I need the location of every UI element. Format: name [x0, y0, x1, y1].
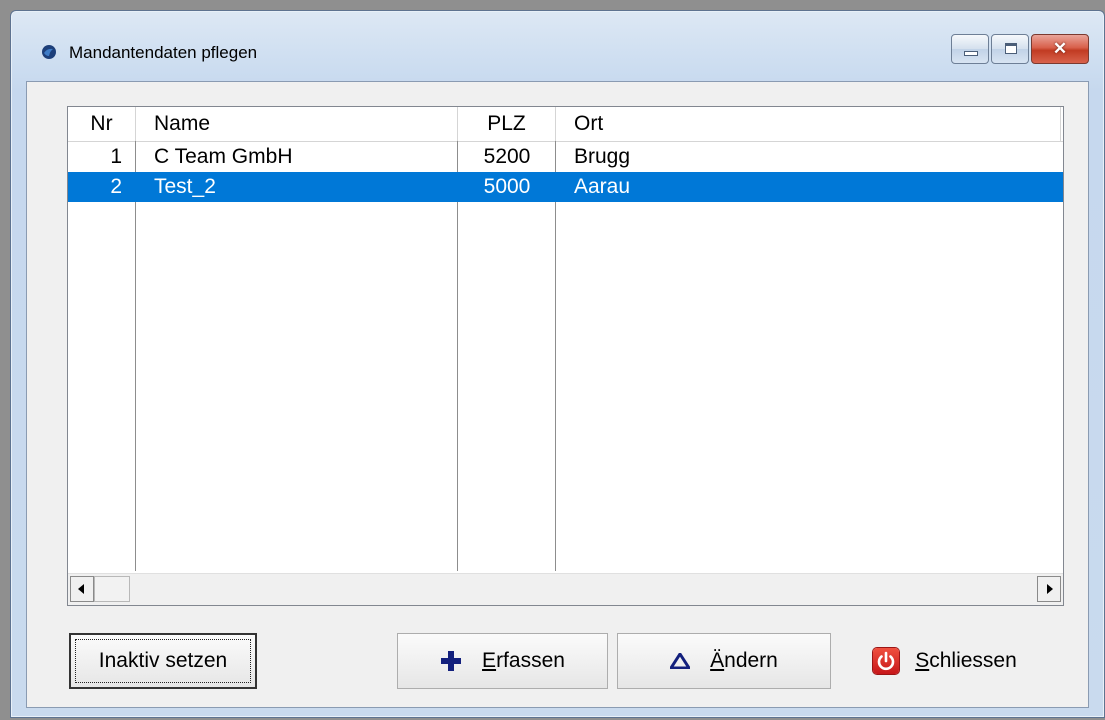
cell-plz: 5200: [483, 145, 531, 168]
delta-icon: [670, 653, 691, 669]
table-row-selected[interactable]: 2 Test_2 5000 Aarau: [68, 172, 1063, 202]
cell-name: Test_2: [154, 175, 216, 198]
scroll-left-button[interactable]: [70, 576, 94, 602]
plus-icon: [440, 650, 462, 672]
erfassen-button[interactable]: Erfassen: [397, 633, 608, 689]
maximize-button[interactable]: [991, 34, 1029, 64]
column-header-nr[interactable]: Nr: [68, 107, 136, 141]
cell-plz: 5000: [483, 175, 531, 198]
window-title: Mandantendaten pflegen: [69, 43, 258, 62]
cell-ort: Aarau: [574, 175, 631, 198]
scroll-right-button[interactable]: [1037, 576, 1061, 602]
aendern-button[interactable]: Ändern: [617, 633, 831, 689]
aendern-label: Ändern: [710, 649, 778, 672]
cell-name: C Team GmbH: [154, 145, 293, 168]
app-icon: [42, 45, 56, 59]
list-header: Nr Name PLZ Ort: [68, 107, 1063, 142]
table-row[interactable]: 1 C Team GmbH 5200 Brugg: [68, 142, 1063, 172]
arrow-right-icon: [1047, 584, 1053, 594]
cell-ort: Brugg: [574, 145, 631, 168]
scroll-thumb[interactable]: [94, 576, 130, 602]
power-icon: [873, 648, 900, 674]
minimize-button[interactable]: [951, 34, 989, 64]
arrow-left-icon: [78, 584, 84, 594]
close-button[interactable]: ✕: [1031, 34, 1089, 64]
erfassen-label: Erfassen: [482, 649, 565, 672]
column-header-name[interactable]: Name: [136, 107, 458, 141]
title-bar[interactable]: Mandantendaten pflegen ✕: [11, 11, 1104, 81]
maximize-icon: [1005, 43, 1017, 54]
client-area: Nr Name PLZ Ort 1 C Team GmbH 5200 Brugg…: [26, 81, 1089, 708]
mandanten-list[interactable]: Nr Name PLZ Ort 1 C Team GmbH 5200 Brugg…: [67, 106, 1064, 606]
app-window: Mandantendaten pflegen ✕ Nr Name PLZ Ort: [10, 10, 1105, 718]
inaktiv-setzen-button[interactable]: Inaktiv setzen: [69, 633, 257, 689]
column-header-plz[interactable]: PLZ: [458, 107, 556, 141]
column-header-ort[interactable]: Ort: [556, 107, 1061, 141]
grid-line: [457, 141, 458, 571]
cell-nr: 2: [110, 175, 122, 198]
list-rows: 1 C Team GmbH 5200 Brugg 2 Test_2 5000 A…: [68, 142, 1063, 202]
cell-nr: 1: [110, 145, 122, 168]
caption-buttons: ✕: [949, 34, 1089, 66]
close-icon: ✕: [1052, 39, 1068, 58]
grid-line: [135, 141, 136, 571]
grid-line: [555, 141, 556, 571]
minimize-icon: [964, 51, 978, 56]
schliessen-label: Schliessen: [915, 649, 1017, 672]
focus-rectangle: [75, 639, 251, 683]
horizontal-scrollbar[interactable]: [68, 573, 1063, 605]
schliessen-button[interactable]: Schliessen: [837, 633, 1053, 689]
